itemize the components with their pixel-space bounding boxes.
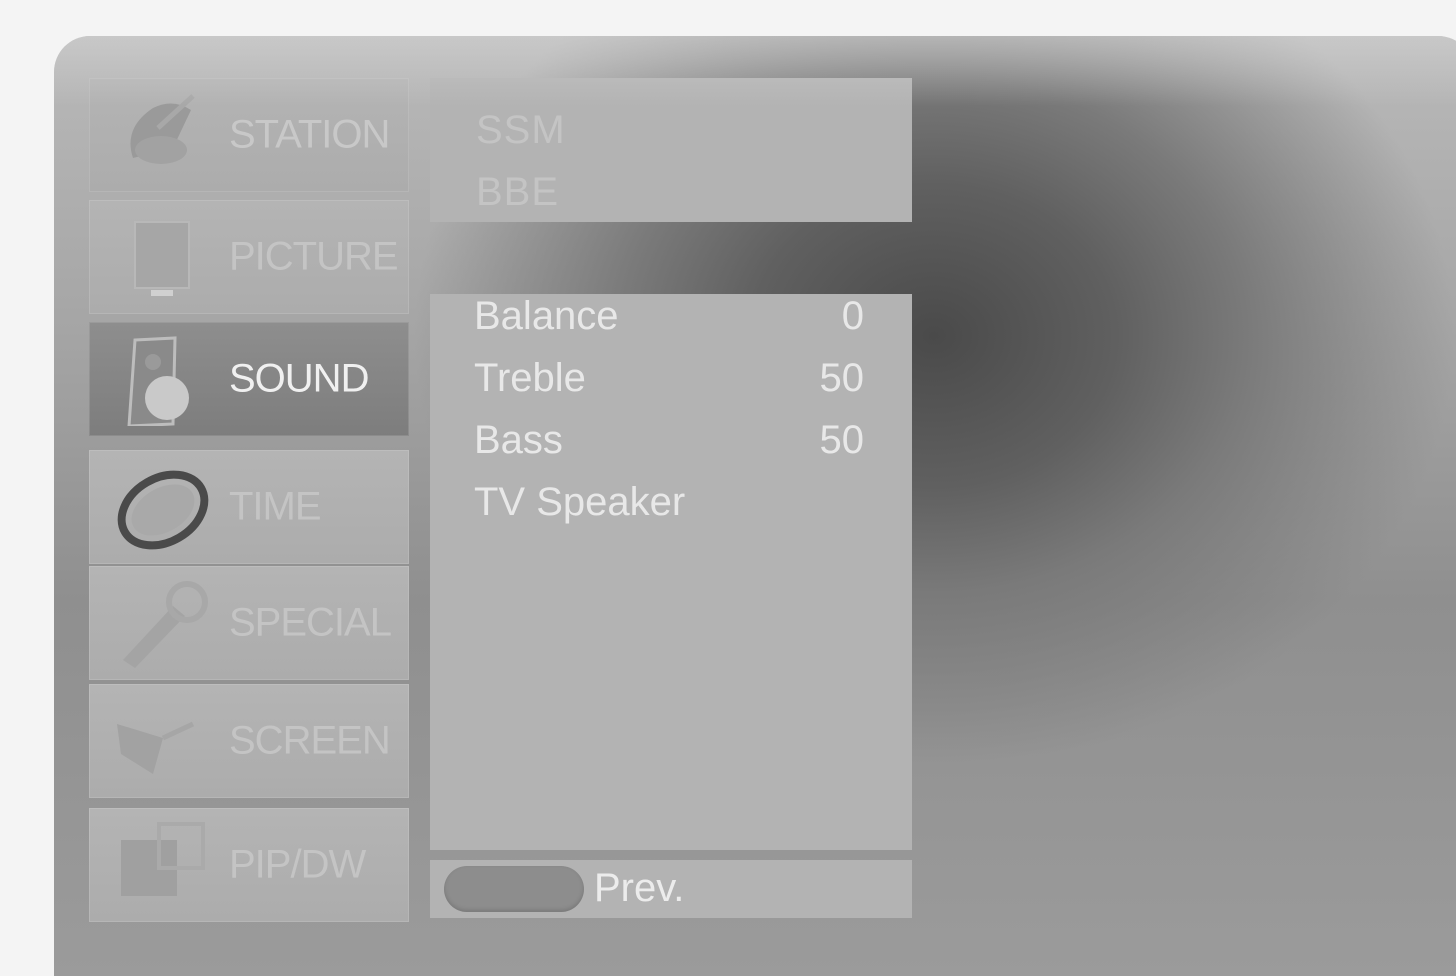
pip-icon [121, 822, 205, 896]
monitor-icon [134, 221, 190, 296]
balance-value: 0 [841, 294, 864, 338]
balance-row[interactable]: Balance 0 [474, 294, 864, 344]
bass-value: 50 [819, 418, 865, 462]
wrench-icon [123, 581, 208, 668]
screen-icon [117, 721, 195, 774]
footer-bar: Prev. [430, 860, 912, 918]
tv-speaker-row[interactable]: TV Speaker [474, 480, 864, 530]
menu-label-special: SPECIAL [229, 600, 392, 645]
prev-button[interactable] [444, 866, 584, 912]
tv-osd-screen: STATION PICTURE SOUND TIME SPECIAL SCREE… [54, 36, 1456, 976]
menu-item-station[interactable]: STATION [89, 78, 409, 192]
menu-item-picture[interactable]: PICTURE [89, 200, 409, 314]
menu-label-picture: PICTURE [229, 234, 399, 279]
speaker-icon [127, 336, 189, 426]
treble-value: 50 [819, 356, 865, 400]
satellite-dish-icon [130, 94, 195, 164]
menu-label-pip: PIP/DW [229, 842, 366, 887]
audio-mode-panel: SSM BBE [430, 78, 912, 222]
menu-item-pip[interactable]: PIP/DW [89, 808, 409, 922]
menu-label-screen: SCREEN [229, 718, 391, 763]
clock-icon [117, 470, 209, 550]
bbe-item[interactable]: BBE [476, 170, 559, 215]
bass-label: Bass [474, 418, 563, 462]
ssm-item[interactable]: SSM [476, 108, 566, 153]
menu-label-station: STATION [229, 112, 390, 157]
sound-settings-panel: Balance 0 Treble 50 Bass 50 TV Speaker [430, 294, 912, 850]
menu-label-sound: SOUND [229, 356, 369, 401]
treble-row[interactable]: Treble 50 [474, 356, 864, 406]
menu-item-sound[interactable]: SOUND [89, 322, 409, 436]
menu-label-time: TIME [229, 484, 322, 529]
treble-label: Treble [474, 356, 586, 400]
balance-label: Balance [474, 294, 619, 338]
tv-speaker-label: TV Speaker [474, 480, 686, 524]
menu-item-special[interactable]: SPECIAL [89, 566, 409, 680]
bass-row[interactable]: Bass 50 [474, 418, 864, 468]
menu-item-time[interactable]: TIME [89, 450, 409, 564]
menu-item-screen[interactable]: SCREEN [89, 684, 409, 798]
prev-label: Prev. [594, 866, 685, 910]
